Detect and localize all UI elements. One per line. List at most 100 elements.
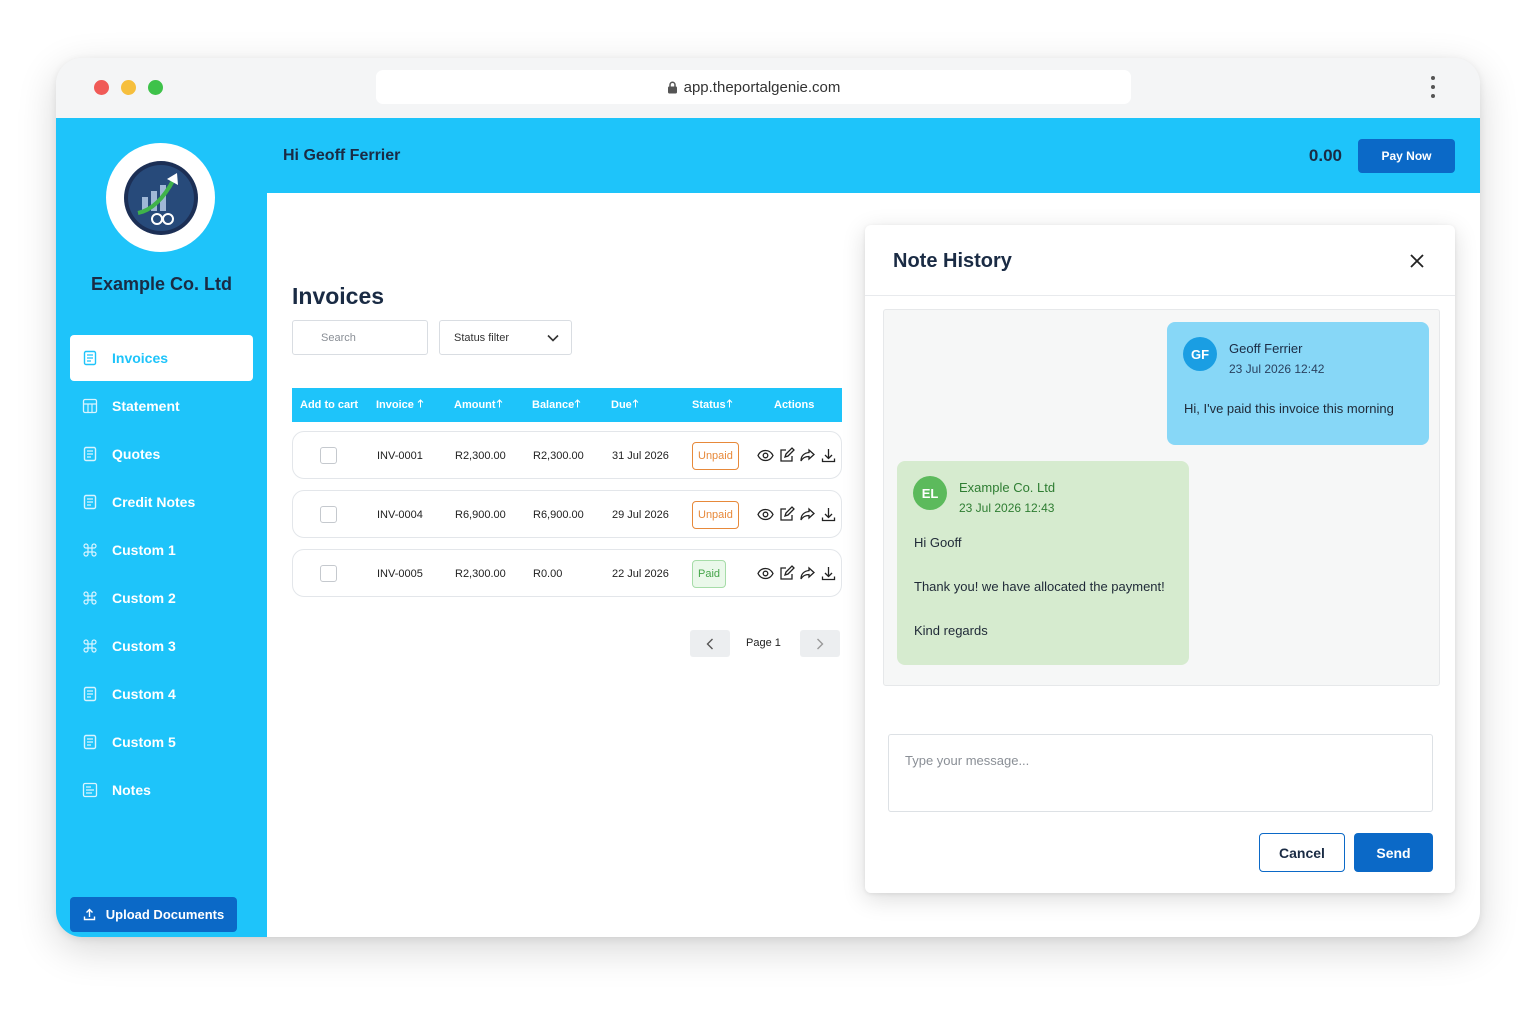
- next-page-button[interactable]: [800, 630, 840, 657]
- send-button[interactable]: Send: [1354, 833, 1433, 872]
- sidebar-item-invoices[interactable]: Invoices: [70, 335, 253, 381]
- top-bar: Hi Geoff Ferrier 0.00 Pay Now: [267, 118, 1480, 193]
- arrow-up-icon: [632, 399, 639, 408]
- download-icon[interactable]: [820, 506, 837, 523]
- sidebar-item-credit-notes[interactable]: Credit Notes: [70, 479, 253, 525]
- maximize-window-button[interactable]: [148, 80, 163, 95]
- status-filter-select[interactable]: Status filter: [439, 320, 572, 355]
- cancel-button[interactable]: Cancel: [1259, 833, 1345, 872]
- invoice-number[interactable]: INV-0001: [377, 450, 423, 462]
- message-timestamp: 23 Jul 2026 12:43: [959, 501, 1055, 515]
- status-badge: Unpaid: [692, 501, 739, 529]
- download-icon[interactable]: [820, 447, 837, 464]
- col-due[interactable]: Due: [611, 399, 639, 411]
- custom-icon: [83, 591, 97, 605]
- sidebar-item-custom-2[interactable]: Custom 2: [70, 575, 253, 621]
- col-invoice[interactable]: Invoice: [376, 399, 424, 411]
- note-history-dialog: Note History GF Geoff Ferrier 23 Jul 202…: [865, 225, 1455, 893]
- page-indicator: Page 1: [746, 637, 781, 649]
- sidebar-item-quotes[interactable]: Quotes: [70, 431, 253, 477]
- sidebar-item-notes[interactable]: Notes: [70, 767, 253, 813]
- company-logo: [106, 143, 215, 252]
- col-balance[interactable]: Balance: [532, 399, 581, 411]
- sidebar-item-label: Custom 4: [112, 686, 176, 702]
- add-to-cart-checkbox[interactable]: [320, 447, 337, 464]
- eye-icon[interactable]: [757, 565, 774, 582]
- sidebar-item-label: Invoices: [112, 350, 169, 366]
- sidebar: Example Co. Ltd Invoices Statement Quote…: [56, 118, 267, 937]
- dialog-title: Note History: [893, 250, 1012, 272]
- invoice-due: 31 Jul 2026: [612, 450, 669, 462]
- arrow-up-icon: [574, 399, 581, 408]
- message-input[interactable]: Type your message...: [888, 734, 1433, 812]
- close-icon[interactable]: [1409, 253, 1425, 269]
- upload-documents-button[interactable]: Upload Documents: [70, 897, 237, 932]
- status-filter-label: Status filter: [454, 331, 510, 344]
- eye-icon[interactable]: [757, 506, 774, 523]
- col-amount[interactable]: Amount: [454, 399, 503, 411]
- sidebar-item-label: Credit Notes: [112, 494, 196, 510]
- address-bar[interactable]: app.theportalgenie.com: [376, 70, 1131, 104]
- browser-window: app.theportalgenie.com Example Co. Ltd I…: [56, 58, 1480, 937]
- prev-page-button[interactable]: [690, 630, 730, 657]
- growth-arrow-gears-logo: [123, 160, 198, 235]
- document-icon: [83, 494, 97, 510]
- message-text: Kind regards: [914, 623, 988, 638]
- sidebar-item-label: Custom 3: [112, 638, 176, 654]
- arrow-up-icon: [726, 399, 732, 408]
- chevron-down-icon: [547, 334, 559, 342]
- message-text: Thank you! we have allocated the payment…: [914, 579, 1165, 594]
- upload-icon: [83, 908, 95, 921]
- sidebar-item-custom-4[interactable]: Custom 4: [70, 671, 253, 717]
- edit-icon[interactable]: [778, 565, 795, 582]
- row-actions: [757, 447, 837, 464]
- chevron-right-icon: [817, 638, 824, 649]
- arrow-up-icon: [496, 399, 502, 408]
- invoice-number[interactable]: INV-0004: [377, 509, 423, 521]
- avatar: GF: [1183, 337, 1217, 371]
- table-row: INV-0004 R6,900.00 R6,900.00 29 Jul 2026…: [292, 490, 842, 538]
- invoice-due: 22 Jul 2026: [612, 568, 669, 580]
- sidebar-item-label: Statement: [112, 398, 180, 414]
- pay-now-button[interactable]: Pay Now: [1358, 139, 1455, 173]
- arrow-up-icon: [417, 399, 424, 408]
- sidebar-item-custom-3[interactable]: Custom 3: [70, 623, 253, 669]
- message-text: Hi, I've paid this invoice this morning: [1184, 401, 1394, 416]
- search-input[interactable]: Search: [292, 320, 428, 355]
- message-text: Hi Gooff: [914, 535, 962, 550]
- message-bubble-incoming: EL Example Co. Ltd 23 Jul 2026 12:43 Hi …: [897, 461, 1189, 665]
- minimize-window-button[interactable]: [121, 80, 136, 95]
- share-icon[interactable]: [799, 506, 816, 523]
- share-icon[interactable]: [799, 447, 816, 464]
- close-window-button[interactable]: [94, 80, 109, 95]
- chevron-left-icon: [706, 638, 713, 649]
- invoice-amount: R2,300.00: [455, 568, 506, 580]
- url-text: app.theportalgenie.com: [683, 78, 841, 96]
- invoice-amount: R6,900.00: [455, 509, 506, 521]
- document-icon: [83, 446, 97, 462]
- add-to-cart-checkbox[interactable]: [320, 565, 337, 582]
- row-actions: [757, 506, 837, 523]
- sidebar-item-statement[interactable]: Statement: [70, 383, 253, 429]
- col-actions: Actions: [774, 399, 815, 411]
- sidebar-item-label: Notes: [112, 782, 151, 798]
- sidebar-item-custom-5[interactable]: Custom 5: [70, 719, 253, 765]
- col-status[interactable]: Status: [692, 399, 733, 411]
- account-balance: 0.00: [1308, 146, 1342, 165]
- add-to-cart-checkbox[interactable]: [320, 506, 337, 523]
- table-row: INV-0001 R2,300.00 R2,300.00 31 Jul 2026…: [292, 431, 842, 479]
- page-title: Invoices: [292, 283, 385, 309]
- invoice-number[interactable]: INV-0005: [377, 568, 423, 580]
- sidebar-item-label: Quotes: [112, 446, 161, 462]
- sidebar-item-custom-1[interactable]: Custom 1: [70, 527, 253, 573]
- edit-icon[interactable]: [778, 506, 795, 523]
- edit-icon[interactable]: [778, 447, 795, 464]
- sidebar-item-label: Custom 1: [112, 542, 176, 558]
- status-badge: Unpaid: [692, 442, 739, 470]
- download-icon[interactable]: [820, 565, 837, 582]
- message-author: Geoff Ferrier: [1229, 341, 1303, 356]
- kebab-menu-icon[interactable]: [1430, 76, 1436, 98]
- eye-icon[interactable]: [757, 447, 774, 464]
- message-bubble-outgoing: GF Geoff Ferrier 23 Jul 2026 12:42 Hi, I…: [1167, 322, 1429, 445]
- share-icon[interactable]: [799, 565, 816, 582]
